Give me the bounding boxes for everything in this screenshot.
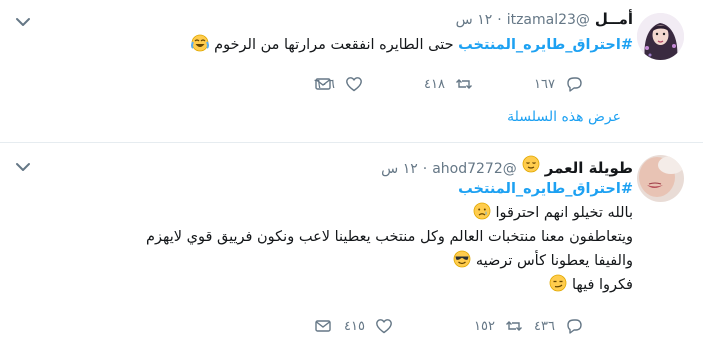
display-name[interactable]: طويلة العمر [545, 159, 633, 177]
tweet-header: أمــل @itzamal23 · ١٢ س [456, 10, 633, 28]
chevron-down-icon[interactable] [14, 158, 32, 176]
smirking-face-icon [549, 274, 567, 292]
avatar[interactable] [637, 13, 684, 60]
envelope-icon [315, 320, 331, 332]
message-action[interactable] [314, 75, 332, 93]
reply-action[interactable]: ١٦٧ [534, 75, 583, 93]
tweet-2[interactable]: طويلة العمر @ahod7272 · ١٢ س #احتراق_طاي… [0, 143, 703, 357]
tweet-line-4: فكروا فيها [33, 273, 633, 297]
heart-icon [346, 77, 362, 92]
hashtag-link[interactable]: #احتراق_طايره_المنتخب [458, 37, 633, 53]
separator-dot: · [497, 12, 502, 28]
retweet-count: ١٥٢ [474, 318, 495, 334]
chevron-down-icon[interactable] [14, 13, 32, 31]
retweet-icon [456, 79, 472, 89]
timestamp[interactable]: ١٢ س [381, 161, 418, 177]
reply-count: ٤٣٦ [534, 318, 555, 334]
tweet-line-2: ويتعاطفون معنا منتخبات العالم وكل منتخب … [146, 229, 633, 245]
tweet-line-3: والفيفا يعطونا كأس ترضيه [33, 249, 633, 273]
retweet-count: ٤١٨ [424, 76, 445, 92]
tweet-text: #احتراق_طايره_المنتخب بالله تخيلو انهم ا… [33, 177, 633, 297]
reply-icon [567, 77, 582, 92]
tweet-line-1: بالله تخيلو انهم احترقوا [33, 201, 633, 225]
reply-count: ١٦٧ [534, 76, 555, 92]
retweet-action[interactable]: ١٥٢ [474, 317, 523, 335]
separator-dot: · [422, 161, 428, 177]
reply-action[interactable]: ٤٣٦ [534, 317, 583, 335]
envelope-icon [315, 78, 331, 90]
hashtag-link[interactable]: #احتراق_طايره_المنتخب [458, 181, 633, 197]
user-handle[interactable]: @itzamal23 [507, 12, 590, 28]
relieved-face-icon [522, 155, 540, 173]
crying-face-icon [473, 202, 491, 220]
tweet-1[interactable]: أمــل @itzamal23 · ١٢ س #احتراق_طايره_ال… [0, 0, 703, 140]
retweet-action[interactable]: ٤١٨ [424, 75, 473, 93]
message-action[interactable] [314, 317, 332, 335]
like-count: ٤١٥ [344, 318, 365, 334]
tweet-text: #احتراق_طايره_المنتخب حتى الطايره انفقعت… [73, 33, 633, 57]
reply-icon [567, 319, 582, 334]
display-name[interactable]: أمــل [595, 10, 633, 28]
avatar[interactable] [637, 155, 684, 202]
retweet-icon [506, 321, 522, 331]
tweet-header: طويلة العمر @ahod7272 · ١٢ س [381, 155, 633, 177]
show-thread-link[interactable]: عرض هذه السلسلة [507, 109, 621, 125]
heart-icon [376, 319, 392, 334]
like-action[interactable]: ٤١٥ [344, 317, 393, 335]
user-handle[interactable]: @ahod7272 [432, 161, 517, 177]
tweet-body: حتى الطايره انفقعت مرارتها من الرخوم [214, 37, 454, 53]
face-with-tears-of-joy-icon [191, 34, 210, 52]
timestamp[interactable]: ١٢ س [456, 12, 493, 28]
smiling-face-with-sunglasses-icon [453, 250, 471, 268]
